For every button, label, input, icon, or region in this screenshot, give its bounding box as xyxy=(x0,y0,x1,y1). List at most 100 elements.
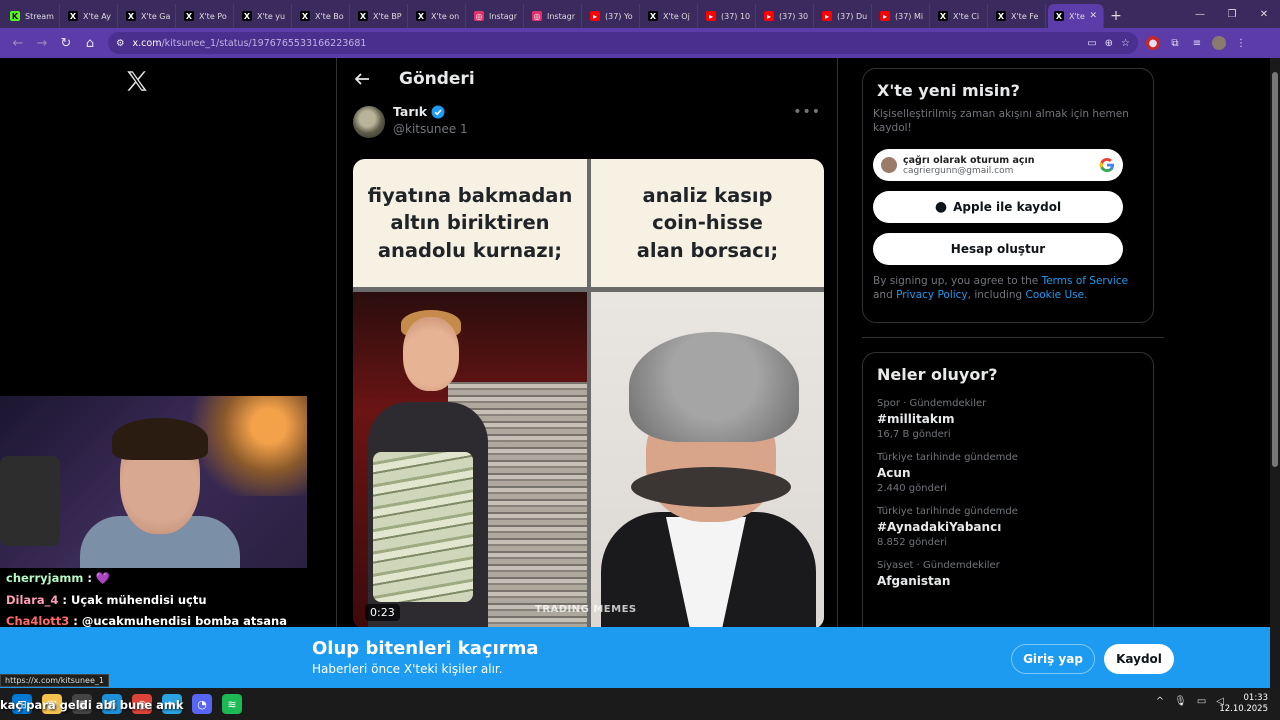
url-input[interactable]: ⚙ x.com/kitsunee_1/status/19767655331662… xyxy=(108,32,1138,54)
browser-tab[interactable]: ▸ (37) Du xyxy=(816,4,872,28)
browser-menu-icon[interactable]: ⋮ xyxy=(1234,36,1248,50)
apple-signup-button[interactable]: ● Apple ile kaydol xyxy=(873,191,1123,224)
x-icon: X xyxy=(358,11,368,21)
extension-red-icon[interactable]: ● xyxy=(1146,36,1160,50)
browser-tab[interactable]: K Stream xyxy=(4,4,60,28)
author-handle[interactable]: @kitsunee 1 xyxy=(393,122,468,136)
privacy-link[interactable]: Privacy Policy xyxy=(896,289,968,301)
home-icon[interactable]: ⌂ xyxy=(78,31,102,55)
right-sidebar: X'te yeni misin? Kişiselleştirilmiş zama… xyxy=(862,68,1164,672)
terms-mid2: , including xyxy=(967,288,1026,301)
trend-item[interactable]: Türkiye tarihinde gündemde #AynadakiYaban… xyxy=(877,506,1143,548)
system-tray: ^ 🎙 ▭ ◁ xyxy=(1156,696,1224,707)
youtube-icon: ▸ xyxy=(706,11,716,21)
more-options-icon[interactable]: ••• xyxy=(793,104,821,120)
network-icon[interactable]: ▭ xyxy=(1197,696,1206,707)
tab-search-icon[interactable]: ≡ xyxy=(1190,36,1204,50)
tab-label: X'te BP xyxy=(373,11,402,21)
chat-separator: : xyxy=(83,571,96,585)
zoom-icon[interactable]: ⊕ xyxy=(1105,38,1113,49)
post-video[interactable]: fiyatına bakmadan altın biriktiren anado… xyxy=(353,159,824,629)
forward-icon[interactable]: → xyxy=(30,31,54,55)
login-button[interactable]: Giriş yap xyxy=(1011,644,1095,674)
window-controls: — ❐ ✕ xyxy=(1184,0,1280,28)
taskbar-clock[interactable]: 01:33 12.10.2025 xyxy=(1219,693,1268,715)
microphone-icon[interactable]: 🎙 xyxy=(1174,696,1187,707)
close-icon[interactable]: ✕ xyxy=(1248,0,1280,28)
bookmark-star-icon[interactable]: ☆ xyxy=(1121,38,1130,49)
page-scrollbar[interactable] xyxy=(1270,58,1280,688)
site-info-icon[interactable]: ⚙ xyxy=(116,38,125,49)
back-icon[interactable]: ← xyxy=(6,31,30,55)
signup-banner: Olup bitenleri kaçırma Haberleri önce X'… xyxy=(0,627,1270,688)
clock-time: 01:33 xyxy=(1243,693,1269,703)
google-signin-button[interactable]: çağrı olarak oturum açın cagriergunn@gma… xyxy=(873,149,1123,182)
signup-title: X'te yeni misin? xyxy=(877,81,1020,100)
x-icon: X xyxy=(938,11,948,21)
author-name[interactable]: Tarık xyxy=(393,104,427,119)
browser-tab-bar: K Stream X X'te Ay X X'te Ga X X'te Po X X'te yu X… xyxy=(0,0,1280,28)
browser-tab[interactable]: X X'te Ci xyxy=(932,4,988,28)
scrollbar-thumb[interactable] xyxy=(1272,72,1278,467)
kick-icon: K xyxy=(10,11,20,21)
cookie-link[interactable]: Cookie Use xyxy=(1026,289,1085,301)
tab-label: (37) Du xyxy=(837,11,868,21)
browser-tab[interactable]: ▸ (37) 30 xyxy=(758,4,814,28)
browser-tab[interactable]: ▸ (37) Yo xyxy=(584,4,640,28)
signup-card: X'te yeni misin? Kişiselleştirilmiş zama… xyxy=(862,68,1154,323)
author-name-row[interactable]: Tarık xyxy=(393,104,445,119)
browser-tab[interactable]: X X'te Bo xyxy=(294,4,350,28)
author-avatar[interactable] xyxy=(353,106,385,138)
browser-tab[interactable]: X X'te Ay xyxy=(62,4,118,28)
terms-pre: By signing up, you agree to the xyxy=(873,275,1042,288)
create-account-button[interactable]: Hesap oluştur xyxy=(873,233,1123,266)
browser-tab[interactable]: ▸ (37) 10 xyxy=(700,4,756,28)
discord-icon[interactable]: ◔ xyxy=(192,694,212,714)
page-title: Gönderi xyxy=(399,69,475,89)
browser-tab[interactable]: X X'te ✕ xyxy=(1048,4,1104,28)
x-logo-icon[interactable] xyxy=(124,68,150,94)
cast-icon[interactable]: ▭ xyxy=(1087,38,1096,49)
extensions-puzzle-icon[interactable]: ⧉ xyxy=(1168,36,1182,50)
tab-label: X'te Ga xyxy=(141,11,171,21)
chat-message: Dilara_4 : Uçak mühendisi uçtu xyxy=(0,590,307,612)
back-arrow-icon[interactable] xyxy=(353,70,371,88)
browser-tab[interactable]: X X'te Po xyxy=(178,4,234,28)
reload-icon[interactable]: ↻ xyxy=(54,31,78,55)
profile-avatar[interactable] xyxy=(1212,36,1226,50)
cam-person-hair xyxy=(112,418,208,460)
browser-tab[interactable]: ▸ (37) Mi xyxy=(874,4,930,28)
meme-image-left xyxy=(353,292,587,629)
man-hair xyxy=(629,332,799,442)
browser-tab[interactable]: X X'te on xyxy=(410,4,466,28)
chat-username: Cha4lott3 xyxy=(6,614,70,628)
browser-tab[interactable]: X X'te Fe xyxy=(990,4,1046,28)
browser-tab[interactable]: X X'te yu xyxy=(236,4,292,28)
browser-tab[interactable]: ◎ Instagr xyxy=(468,4,524,28)
restore-icon[interactable]: ❐ xyxy=(1216,0,1248,28)
browser-tab[interactable]: X X'te Ga xyxy=(120,4,176,28)
spotify-icon[interactable]: ≋ xyxy=(222,694,242,714)
trend-item[interactable]: Siyaset · Gündemdekiler Afganistan xyxy=(877,560,1143,588)
terms-link[interactable]: Terms of Service xyxy=(1042,275,1129,287)
tab-label: X'te Oj xyxy=(663,11,690,21)
browser-tab[interactable]: ◎ Instagr xyxy=(526,4,582,28)
signup-button[interactable]: Kaydol xyxy=(1104,644,1174,674)
new-tab-icon[interactable]: + xyxy=(1106,4,1126,28)
x-post-page: Gönderi Tarık @kitsunee 1 ••• fiyatına b… xyxy=(0,58,1270,688)
tab-close-icon[interactable]: ✕ xyxy=(1089,11,1097,21)
trend-name: #millitakım xyxy=(877,412,955,426)
minimize-icon[interactable]: — xyxy=(1184,0,1216,28)
browser-tab[interactable]: X X'te BP xyxy=(352,4,408,28)
x-icon: X xyxy=(996,11,1006,21)
browser-tab[interactable]: X X'te Oj xyxy=(642,4,698,28)
trend-item[interactable]: Spor · Gündemdekiler #millitakım 16,7 B gö… xyxy=(877,398,1143,440)
google-account-avatar xyxy=(881,157,897,174)
youtube-icon: ▸ xyxy=(590,11,600,21)
tab-label: (37) Yo xyxy=(605,11,633,21)
tray-chevron-icon[interactable]: ^ xyxy=(1156,696,1164,707)
terms-text: By signing up, you agree to the Terms of… xyxy=(873,275,1143,302)
chat-username: cherryjamm xyxy=(6,571,84,585)
cam-mic-stand xyxy=(0,456,60,546)
trend-item[interactable]: Türkiye tarihinde gündemde Acun 2.440 gönd… xyxy=(877,452,1143,494)
